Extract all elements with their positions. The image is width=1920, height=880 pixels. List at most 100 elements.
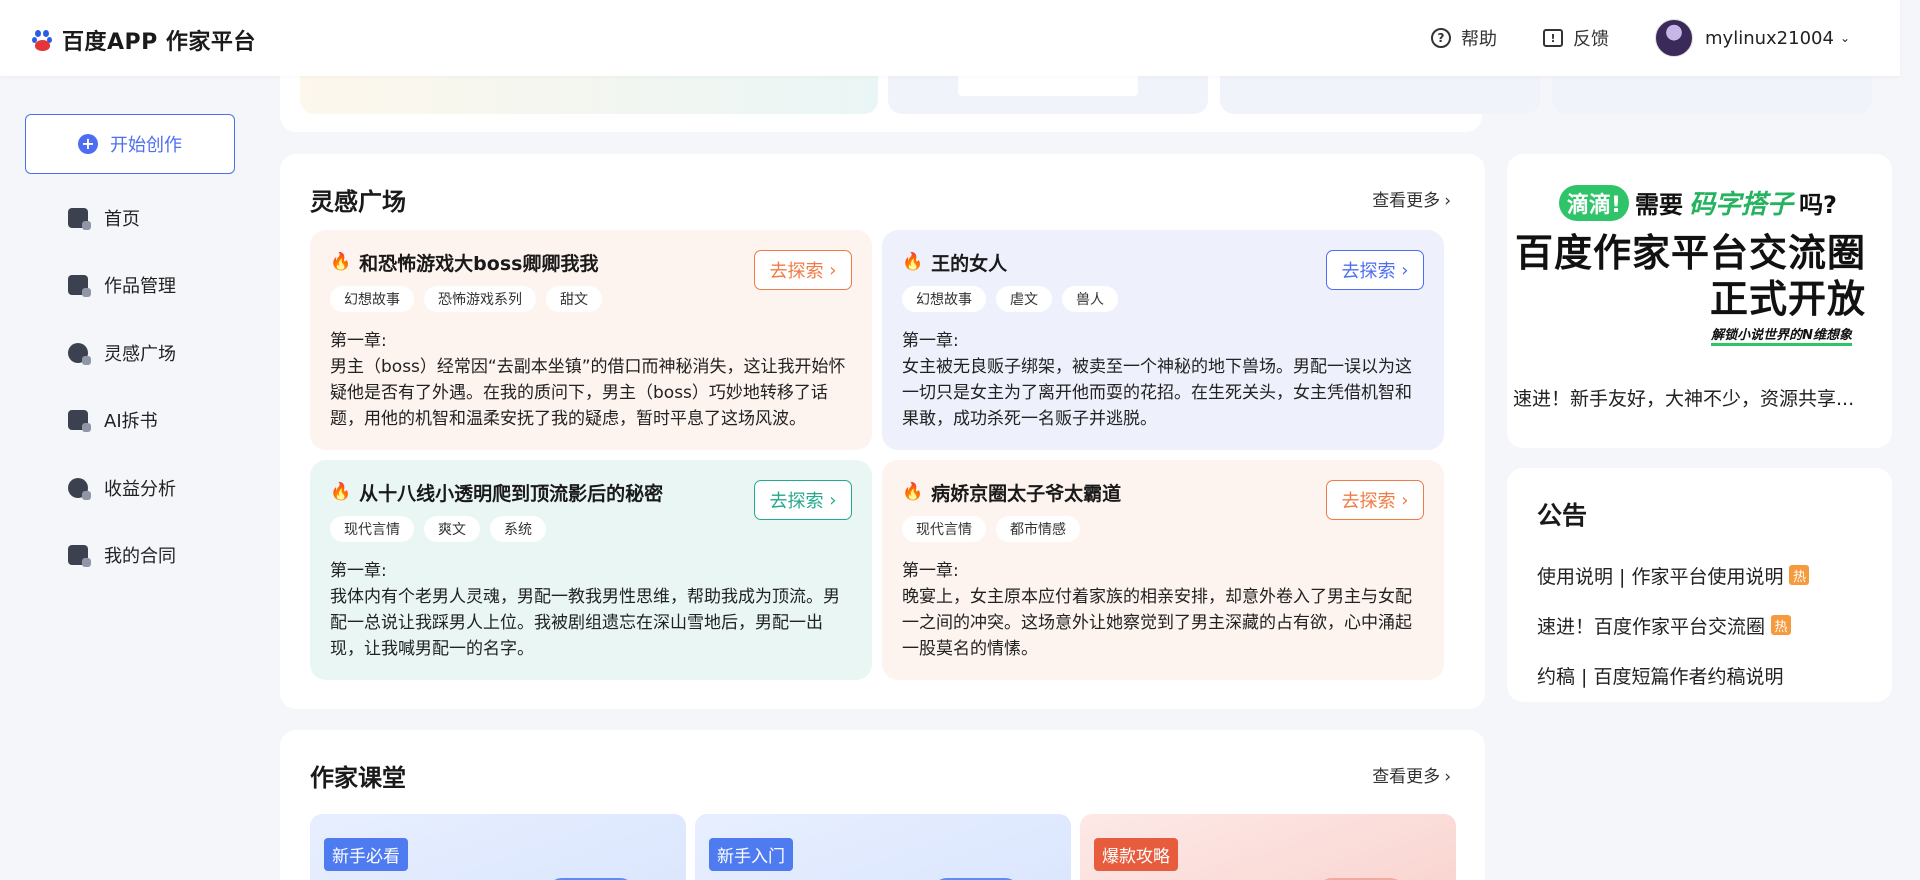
fire-icon: 🔥 xyxy=(902,252,924,272)
fire-icon: 🔥 xyxy=(330,482,352,502)
sidebar-item-home[interactable]: 首页 xyxy=(68,184,176,252)
inspiration-card[interactable]: 🔥 和恐怖游戏大boss卿卿我我 幻想故事 恐怖游戏系列 甜文 去探索 › 第一章… xyxy=(310,230,872,450)
chapter-label: 第一章: xyxy=(330,331,387,351)
help-link[interactable]: ? 帮助 xyxy=(1431,25,1497,51)
promo-need: 需要 xyxy=(1635,191,1684,219)
sidebar-item-label: 首页 xyxy=(104,208,140,230)
course-card[interactable]: 新手必看 xyxy=(310,814,686,880)
start-create-label: 开始创作 xyxy=(110,135,182,156)
notice-text: 速进！百度作家平台交流圈 xyxy=(1537,615,1766,638)
user-menu[interactable]: mylinux21004 ⌄ xyxy=(1655,19,1850,57)
course-tag: 爆款攻略 xyxy=(1094,838,1178,871)
brand-name: 百度APP 作家平台 xyxy=(62,30,256,55)
inspiration-card[interactable]: 🔥 病娇京圈太子爷太霸道 现代言情 都市情感 去探索 › 第一章: 晚宴上，女主原… xyxy=(882,460,1444,680)
inspiration-card[interactable]: 🔥 从十八线小透明爬到顶流影后的秘密 现代言情 爽文 系统 去探索 › 第一章: … xyxy=(310,460,872,680)
card-title: 病娇京圈太子爷太霸道 xyxy=(931,482,1122,505)
sidebar-item-works[interactable]: 作品管理 xyxy=(68,252,176,320)
explore-button[interactable]: 去探索 › xyxy=(754,480,852,520)
notice-title: 公告 xyxy=(1537,501,1588,530)
chapter-label: 第一章: xyxy=(902,331,959,351)
ai-book-icon xyxy=(68,410,91,433)
sidebar-item-income[interactable]: 收益分析 xyxy=(68,454,176,522)
chevron-right-icon: › xyxy=(1444,767,1451,787)
chapter-label: 第一章: xyxy=(902,561,959,581)
banner-card[interactable] xyxy=(888,76,1208,114)
promo-pill: 滴滴! xyxy=(1559,184,1630,221)
feedback-label: 反馈 xyxy=(1573,29,1610,50)
contract-icon xyxy=(68,545,91,568)
sidebar-item-contract[interactable]: 我的合同 xyxy=(68,522,176,590)
banner-card[interactable] xyxy=(300,76,878,114)
notice-section: 公告 使用说明 | 作家平台使用说明 热 速进！百度作家平台交流圈 热 约稿 |… xyxy=(1507,468,1892,702)
view-more-link[interactable]: 查看更多 › xyxy=(1368,762,1451,787)
inspiration-card[interactable]: 🔥 王的女人 幻想故事 虐文 兽人 去探索 › 第一章: 女主被无良贩子绑架，被卖… xyxy=(882,230,1444,450)
tag: 甜文 xyxy=(546,286,602,312)
page-scrollbar[interactable] xyxy=(1900,0,1920,880)
tag: 爽文 xyxy=(424,516,480,542)
promo-subline: 解锁小说世界的N维想象 xyxy=(1711,324,1852,346)
view-more-label: 查看更多 xyxy=(1372,767,1441,787)
sidebar-item-ai-book[interactable]: AI拆书 xyxy=(68,387,176,455)
chevron-down-icon: ⌄ xyxy=(1839,31,1850,45)
classroom-section: 作家课堂 查看更多 › 新手必看 新手入门 爆款攻略 xyxy=(280,730,1485,880)
home-icon xyxy=(68,207,91,230)
card-title: 从十八线小透明爬到顶流影后的秘密 xyxy=(359,482,664,505)
sidebar-item-label: 灵感广场 xyxy=(104,343,176,365)
explore-button[interactable]: 去探索 › xyxy=(1326,480,1424,520)
card-description: 男主（boss）经常因“去副本坐镇”的借口而神秘消失，这让我开始怀疑他是否有了外… xyxy=(330,357,846,429)
sidebar-nav: 首页 作品管理 灵感广场 AI拆书 收益分析 我的合同 xyxy=(68,184,176,589)
brand-logo[interactable]: 百度APP 作家平台 xyxy=(32,24,256,56)
tag: 虐文 xyxy=(996,286,1052,312)
top-header: 百度APP 作家平台 ? 帮助 ! 反馈 mylinux21004 ⌄ xyxy=(0,0,1900,76)
tag: 系统 xyxy=(490,516,546,542)
view-more-link[interactable]: 查看更多 › xyxy=(1368,186,1451,211)
help-icon: ? xyxy=(1431,28,1452,48)
inspiration-section: 灵感广场 查看更多 › 🔥 和恐怖游戏大boss卿卿我我 幻想故事 恐怖游戏系列 甜… xyxy=(280,154,1485,709)
income-icon xyxy=(68,477,91,500)
notice-item[interactable]: 使用说明 | 作家平台使用说明 热 xyxy=(1537,550,1810,600)
sidebar: + 开始创作 首页 作品管理 灵感广场 AI拆书 收益分析 我的合同 xyxy=(0,76,260,880)
course-card[interactable]: 新手入门 xyxy=(695,814,1071,880)
banner-card[interactable] xyxy=(1220,76,1540,114)
promo-typist: 码字搭子 xyxy=(1689,190,1794,220)
tag: 恐怖游戏系列 xyxy=(424,286,536,312)
sidebar-item-label: AI拆书 xyxy=(104,411,158,433)
promo-headline-2: 正式开放 xyxy=(1709,277,1866,321)
explore-button[interactable]: 去探索 › xyxy=(1326,250,1424,290)
course-tag: 新手入门 xyxy=(709,838,793,871)
start-create-button[interactable]: + 开始创作 xyxy=(25,114,235,174)
tag: 现代言情 xyxy=(902,516,986,542)
hot-badge: 热 xyxy=(1789,565,1810,585)
username: mylinux21004 xyxy=(1705,27,1834,49)
help-label: 帮助 xyxy=(1461,29,1498,50)
sidebar-item-inspiration[interactable]: 灵感广场 xyxy=(68,319,176,387)
explore-label: 去探索 xyxy=(1341,261,1396,282)
card-title: 王的女人 xyxy=(931,252,1008,275)
community-promo-banner[interactable]: 滴滴! 需要 码字搭子 吗? 百度作家平台交流圈 正式开放 解锁小说世界的N维想… xyxy=(1507,154,1892,448)
explore-label: 去探索 xyxy=(1341,491,1396,512)
section-title: 作家课堂 xyxy=(310,764,406,792)
course-tag: 新手必看 xyxy=(324,838,408,871)
notice-item[interactable]: 约稿 | 百度短篇作者约稿说明 xyxy=(1537,650,1809,700)
promo-headline: 百度作家平台交流圈 xyxy=(1514,231,1866,275)
notice-text: 使用说明 | 作家平台使用说明 xyxy=(1537,565,1784,588)
notice-item[interactable]: 速进！百度作家平台交流圈 热 xyxy=(1537,600,1809,650)
section-title: 灵感广场 xyxy=(310,188,406,216)
card-description: 我体内有个老男人灵魂，男配一教我男性思维，帮助我成为顶流。男配一总说让我踩男人上… xyxy=(330,587,840,659)
hot-badge: 热 xyxy=(1771,615,1792,635)
chevron-right-icon: › xyxy=(1444,191,1451,211)
sidebar-item-label: 收益分析 xyxy=(104,478,176,500)
baidu-paw-icon xyxy=(32,28,54,52)
sidebar-item-label: 我的合同 xyxy=(104,546,176,568)
feedback-link[interactable]: ! 反馈 xyxy=(1543,25,1609,51)
banner-card[interactable] xyxy=(1552,76,1872,114)
feedback-icon: ! xyxy=(1543,29,1564,47)
explore-label: 去探索 xyxy=(769,261,824,282)
avatar xyxy=(1655,19,1694,57)
tag: 幻想故事 xyxy=(902,286,986,312)
course-card[interactable]: 爆款攻略 xyxy=(1080,814,1456,880)
chapter-label: 第一章: xyxy=(330,561,387,581)
bulb-icon xyxy=(68,342,91,365)
card-description: 女主被无良贩子绑架，被卖至一个神秘的地下兽场。男配一误以为这一切只是女主为了离开… xyxy=(902,357,1412,429)
explore-button[interactable]: 去探索 › xyxy=(754,250,852,290)
